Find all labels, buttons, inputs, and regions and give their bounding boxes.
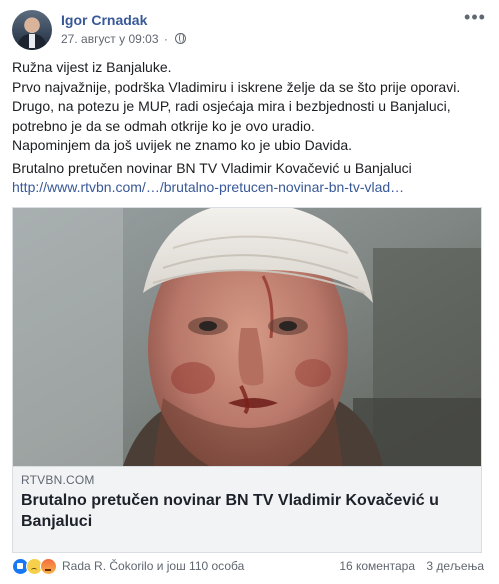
globe-icon[interactable] [175,33,187,44]
link-caption[interactable]: RTVBN.COM Brutalno pretučen novinar BN T… [13,466,481,552]
post-header: Igor Crnadak 27. август у 09:03 · ••• [12,8,487,50]
link-domain: RTVBN.COM [21,473,95,487]
facebook-post: Igor Crnadak 27. август у 09:03 · ••• Ru… [0,0,499,584]
post-footer: Rada R. Čokorilo и још 110 особа 16 коме… [12,557,490,577]
reactions-summary[interactable]: Rada R. Čokorilo и још 110 особа [62,559,244,573]
post-text-line: Napominjem da još uvijek ne znamo ko je … [12,137,353,153]
author-avatar[interactable] [12,10,52,50]
link-title[interactable]: Brutalno pretučen novinar BN TV Vladimir… [21,490,481,532]
post-text-line: potrebno je da se odmah otkrije ko je ov… [12,117,315,134]
link-preview-card[interactable]: RTVBN.COM Brutalno pretučen novinar BN T… [12,207,482,553]
post-text-line: Ružna vijest iz Banjaluke. [12,59,172,75]
post-text: Ružna vijest iz Banjaluke. Prvo najvažni… [12,58,490,198]
post-text-line: Prvo najvažnije, podrška Vladimiru i isk… [12,78,461,95]
shares-count[interactable]: 3 дељења [426,559,484,573]
post-meta: 27. август у 09:03 · [61,32,187,46]
avatar-shirt [29,34,35,48]
meta-separator: · [163,32,168,46]
post-timestamp[interactable]: 27. август у 09:03 [61,32,159,46]
engagement-counts: 16 коментара 3 дељења [339,559,484,573]
angry-icon [40,558,57,575]
post-text-line: Drugo, na potezu je MUP, radi osjećaja m… [12,98,451,114]
shared-url-link[interactable]: http://www.rtvbn.com/…/brutalno-pretucen… [12,179,404,195]
shared-headline: Brutalno pretučen novinar BN TV Vladimir… [12,159,412,176]
article-photo[interactable] [13,208,481,466]
more-options-icon[interactable]: ••• [463,8,487,26]
article-photo-illustration [13,208,481,466]
author-name[interactable]: Igor Crnadak [61,12,147,28]
comments-count[interactable]: 16 коментара [339,559,415,573]
reaction-icons[interactable] [12,558,64,576]
